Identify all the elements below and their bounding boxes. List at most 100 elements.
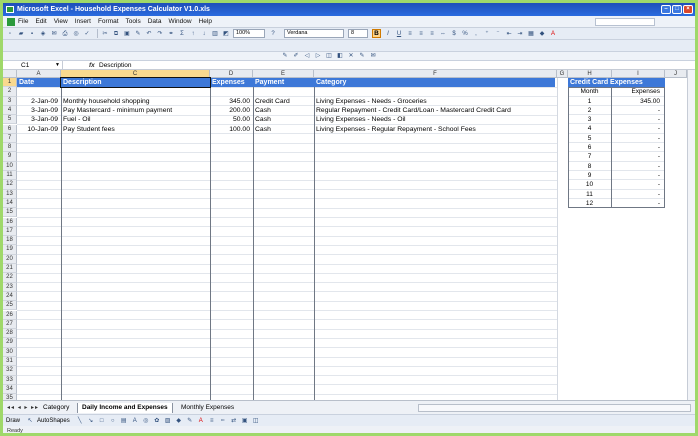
line-style-icon[interactable]: ≡ [208,417,216,425]
track-changes-icon[interactable]: ✎ [358,52,366,60]
chevron-down-icon[interactable]: ▼ [55,61,60,70]
cell-expenses[interactable]: 50.00 [210,115,252,124]
cell-payment[interactable]: Cash [254,115,313,124]
permission-icon[interactable]: ◈ [39,30,47,38]
column-header-h[interactable]: H [568,70,612,78]
help-icon[interactable]: ? [269,30,277,38]
menu-edit[interactable]: Edit [35,18,46,25]
cell-category[interactable]: Living Expenses - Needs - Oil [315,115,556,124]
row-header[interactable]: 24 [3,291,17,302]
row-header[interactable]: 33 [3,375,17,385]
draw-menu[interactable]: Draw [6,418,20,424]
menu-file[interactable]: File [18,18,28,25]
picture-icon[interactable]: ▨ [164,417,172,425]
minimize-button[interactable]: – [661,5,671,14]
cell-category[interactable]: Living Expenses - Regular Repayment - Sc… [315,125,556,134]
cell-date[interactable]: 3-Jan-09 [17,106,60,115]
bold-button[interactable]: B [372,29,381,38]
credit-card-month[interactable]: 8 [568,161,612,171]
new-icon[interactable]: ▫ [6,30,14,38]
credit-card-expense[interactable]: - [612,171,663,180]
row-header[interactable]: 6 [3,124,17,134]
credit-card-expense[interactable]: - [612,143,663,152]
row-header[interactable]: 14 [3,198,17,209]
column-header-e[interactable]: E [253,70,314,78]
column-header-i[interactable]: I [612,70,665,78]
credit-card-expenses-header[interactable]: Expenses [612,87,663,96]
row-header[interactable]: 7 [3,133,17,144]
font-color-icon[interactable]: A [549,30,557,38]
print-preview-icon[interactable]: ◎ [72,30,80,38]
row-header[interactable]: 26 [3,310,17,320]
hyperlink-icon[interactable]: ⚭ [167,30,175,38]
next-comment-icon[interactable]: ▷ [314,52,322,60]
row-header[interactable]: 22 [3,273,17,283]
wordart-icon[interactable]: A [131,417,139,425]
paste-icon[interactable]: ▣ [123,30,131,38]
tab-monthly-expenses[interactable]: Monthly Expenses [177,403,238,413]
increase-indent-icon[interactable]: ⇥ [516,30,524,38]
copy-icon[interactable]: ⧉ [112,30,120,38]
new-comment-icon[interactable]: ✎ [281,52,289,60]
name-box[interactable]: C1 ▼ [7,61,63,70]
tab-scroll-arrows[interactable]: ◂◂ ◂ ▸ ▸▸ [7,404,39,411]
header-payment[interactable]: Payment [253,78,284,87]
select-all-corner[interactable] [3,70,17,78]
row-header[interactable]: 23 [3,282,17,292]
show-comment-icon[interactable]: ◫ [325,52,333,60]
credit-card-month[interactable]: 1 [568,96,612,106]
line-color-icon[interactable]: ✎ [186,417,194,425]
diagram-icon[interactable]: ◎ [142,417,150,425]
close-button[interactable]: × [683,5,693,14]
column-header-a[interactable]: A [17,70,61,78]
cell-date[interactable]: 10-Jan-09 [17,125,60,134]
sort-ascending-icon[interactable]: ↑ [189,30,197,38]
print-icon[interactable]: ⎙ [61,30,69,38]
cell-payment[interactable]: Credit Card [254,97,313,106]
column-header-c[interactable]: C [61,70,210,78]
cell-expenses[interactable]: 200.00 [210,106,252,115]
credit-card-month[interactable]: 6 [568,143,612,153]
row-header[interactable]: 11 [3,171,17,181]
underline-button[interactable]: U [395,30,403,38]
row-header[interactable]: 25 [3,301,17,311]
row-header[interactable]: 21 [3,264,17,274]
row-header[interactable]: 19 [3,245,17,255]
cell-payment[interactable]: Cash [254,106,313,115]
credit-card-expense[interactable]: - [612,115,663,124]
cell-expenses[interactable]: 345.00 [210,97,252,106]
column-header-d[interactable]: D [210,70,253,78]
credit-card-month[interactable]: 9 [568,170,612,181]
drawing-icon[interactable]: ◩ [222,30,230,38]
shadow-icon[interactable]: ▣ [241,417,249,425]
row-header[interactable]: 16 [3,217,17,227]
credit-card-month[interactable]: 2 [568,105,612,116]
cell-description[interactable]: Pay Student fees [62,125,209,134]
cell-date[interactable]: 2-Jan-09 [17,97,60,106]
clipart-icon[interactable]: ✿ [153,417,161,425]
row-header[interactable]: 32 [3,366,17,376]
row-header[interactable]: 29 [3,338,17,348]
open-icon[interactable]: ▰ [17,30,25,38]
row-header[interactable]: 27 [3,319,17,330]
cell-description[interactable]: Monthly household shopping [62,97,209,106]
percent-icon[interactable]: % [461,30,469,38]
autoshapes-menu[interactable]: AutoShapes [37,418,70,424]
credit-card-expense[interactable]: - [612,162,663,171]
decrease-decimal-icon[interactable]: ⁻ [494,30,502,38]
menu-view[interactable]: View [54,18,68,25]
previous-comment-icon[interactable]: ◁ [303,52,311,60]
cell-description[interactable]: Pay Mastercard - minimum payment [62,106,209,115]
row-header[interactable]: 2 [3,87,17,97]
menu-tools[interactable]: Tools [126,18,141,25]
edit-comment-icon[interactable]: ✐ [292,52,300,60]
menu-format[interactable]: Format [98,18,119,25]
row-header[interactable]: 13 [3,189,17,199]
currency-icon[interactable]: $ [450,30,458,38]
row-header[interactable]: 5 [3,115,17,125]
maximize-button[interactable]: □ [672,5,682,14]
credit-card-expense[interactable]: - [612,152,663,161]
chart-wizard-icon[interactable]: ▥ [211,30,219,38]
header-description[interactable]: Description [60,77,211,88]
tab-daily-income-and-expenses[interactable]: Daily Income and Expenses [77,403,173,413]
